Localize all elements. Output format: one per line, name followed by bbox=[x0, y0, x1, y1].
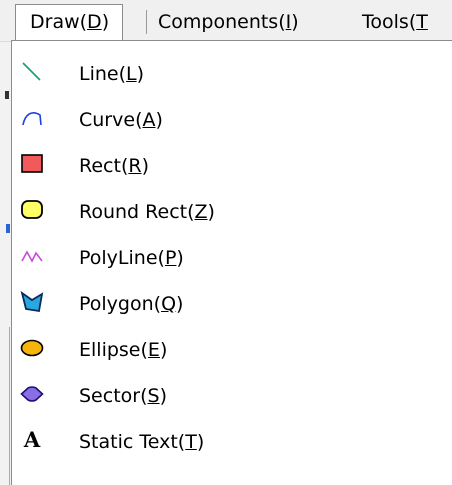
menu-item-rect[interactable]: Rect(R) bbox=[12, 143, 452, 189]
menu-separator bbox=[146, 10, 147, 34]
menu-draw-label: Draw bbox=[30, 11, 80, 33]
menu-item-static-text[interactable]: A Static Text(T) bbox=[12, 419, 452, 465]
polygon-icon bbox=[20, 290, 44, 314]
menu-item-label: Rect(R) bbox=[79, 155, 149, 177]
round-rect-icon bbox=[20, 198, 44, 222]
menu-draw-mnemonic: D bbox=[87, 11, 102, 33]
curve-icon bbox=[20, 106, 44, 130]
menu-item-label: Line(L) bbox=[79, 63, 145, 85]
background-mark bbox=[5, 91, 9, 99]
menu-item-round-rect[interactable]: Round Rect(Z) bbox=[12, 189, 452, 235]
menu-bar: Draw(D) Components(I) Tools(T bbox=[0, 0, 452, 42]
background-mark bbox=[6, 224, 10, 233]
app-window: Draw(D) Components(I) Tools(T Line(L) Cu… bbox=[0, 0, 452, 485]
background-line bbox=[9, 327, 10, 485]
menu-item-sector[interactable]: Sector(S) bbox=[12, 373, 452, 419]
menu-item-label: Static Text(T) bbox=[79, 431, 205, 453]
menu-item-label: Ellipse(E) bbox=[79, 339, 168, 361]
menu-components-mnemonic: I bbox=[285, 11, 292, 33]
menu-item-curve[interactable]: Curve(A) bbox=[12, 97, 452, 143]
menu-tools-mnemonic: T bbox=[416, 11, 428, 33]
menu-tools[interactable]: Tools(T bbox=[362, 4, 428, 40]
menu-item-label: Sector(S) bbox=[79, 385, 167, 407]
sector-icon bbox=[20, 382, 44, 406]
menu-item-label: Polygon(Q) bbox=[79, 293, 184, 315]
line-icon bbox=[20, 60, 44, 84]
polyline-icon bbox=[20, 244, 44, 268]
draw-dropdown-menu: Line(L) Curve(A) Rect(R) Round Rect(Z) P bbox=[11, 40, 452, 485]
ellipse-icon bbox=[20, 336, 44, 360]
rect-icon bbox=[20, 152, 44, 176]
menu-item-label: PolyLine(P) bbox=[79, 247, 184, 269]
menu-item-polygon[interactable]: Polygon(Q) bbox=[12, 281, 452, 327]
menu-item-label: Curve(A) bbox=[79, 109, 163, 131]
menu-item-label: Round Rect(Z) bbox=[79, 201, 215, 223]
menu-item-ellipse[interactable]: Ellipse(E) bbox=[12, 327, 452, 373]
menu-tools-label: Tools bbox=[362, 11, 409, 33]
menu-item-line[interactable]: Line(L) bbox=[12, 51, 452, 97]
menu-item-polyline[interactable]: PolyLine(P) bbox=[12, 235, 452, 281]
menu-components[interactable]: Components(I) bbox=[158, 4, 299, 40]
menu-draw[interactable]: Draw(D) bbox=[15, 4, 124, 40]
static-text-icon: A bbox=[23, 427, 41, 452]
menu-components-label: Components bbox=[158, 11, 279, 33]
